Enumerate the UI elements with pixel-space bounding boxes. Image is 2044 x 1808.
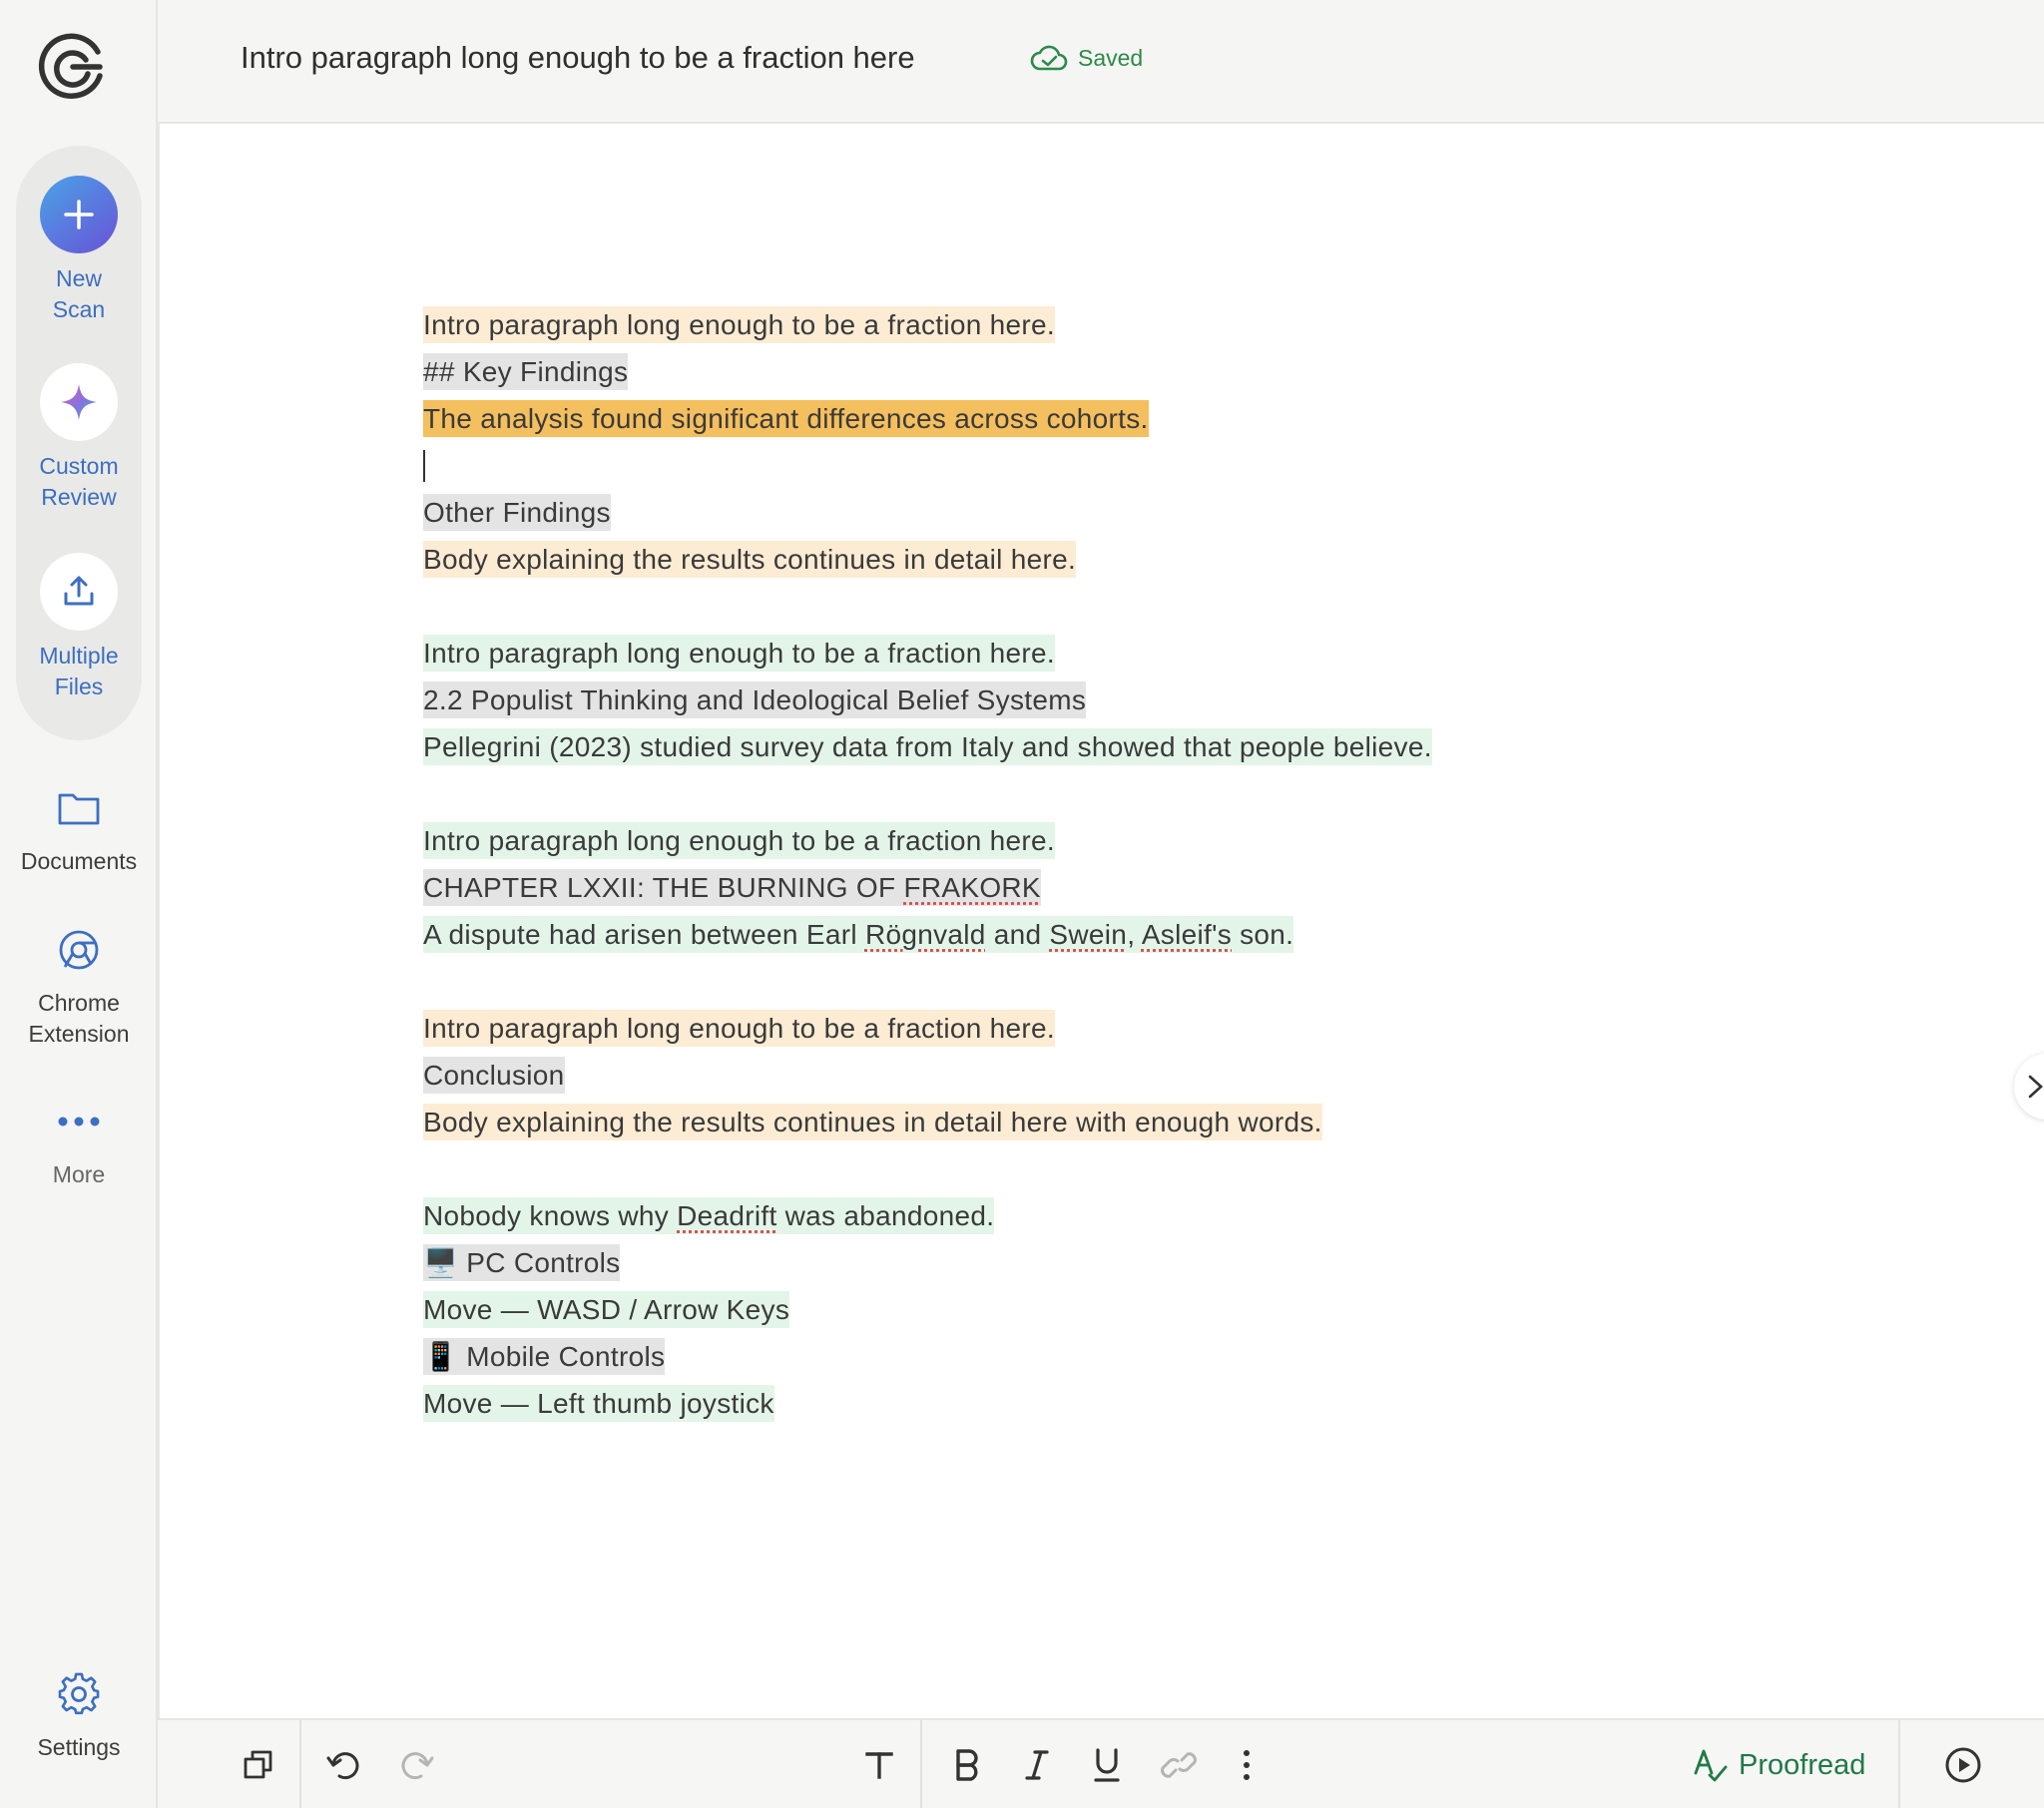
doc-line[interactable]: ## Key Findings: [423, 348, 1432, 395]
doc-line[interactable]: The analysis found significant differenc…: [423, 395, 1432, 442]
doc-line-empty[interactable]: [423, 958, 1432, 1005]
link-icon: [1161, 1752, 1197, 1778]
documents-nav[interactable]: Documents: [0, 778, 158, 877]
cloud-check-icon: [1030, 45, 1068, 71]
new-scan-button[interactable]: New Scan: [0, 176, 158, 325]
sidebar: New Scan Custom Review Multiple Files Do…: [0, 0, 158, 1808]
gear-icon: [40, 1664, 118, 1724]
multiple-files-button[interactable]: Multiple Files: [0, 553, 158, 702]
toolbar-divider: [299, 1720, 301, 1808]
italic-button[interactable]: [1014, 1742, 1060, 1788]
text-format-icon: [865, 1752, 893, 1779]
doc-line[interactable]: Intro paragraph long enough to be a frac…: [423, 1005, 1432, 1052]
doc-line[interactable]: Intro paragraph long enough to be a frac…: [423, 817, 1432, 864]
format-toolbar: Proofread: [158, 1718, 2044, 1808]
doc-line[interactable]: Body explaining the results continues in…: [423, 1099, 1432, 1145]
doc-line[interactable]: Intro paragraph long enough to be a frac…: [423, 301, 1432, 348]
undo-button[interactable]: [321, 1742, 367, 1788]
italic-icon: [1025, 1750, 1049, 1780]
doc-line[interactable]: Other Findings: [423, 489, 1432, 536]
plus-icon: [40, 176, 118, 253]
copy-icon: [244, 1750, 272, 1779]
side-panel-toggle[interactable]: [2014, 1054, 2044, 1120]
custom-review-button[interactable]: Custom Review: [0, 363, 158, 513]
app-logo-icon[interactable]: [36, 30, 110, 104]
doc-line[interactable]: Pellegrini (2023) studied survey data fr…: [423, 723, 1432, 770]
more-dots-icon: [40, 1092, 118, 1151]
spelling-flag[interactable]: Asleif's: [1142, 919, 1232, 950]
underline-button[interactable]: [1084, 1742, 1130, 1788]
play-button[interactable]: [1940, 1742, 1986, 1788]
spelling-flag[interactable]: FRAKORK: [903, 872, 1040, 903]
redo-button[interactable]: [393, 1742, 439, 1788]
proofread-button[interactable]: Proofread: [1693, 1742, 1865, 1788]
play-icon: [1945, 1747, 1981, 1783]
proofread-icon: [1694, 1749, 1728, 1782]
toolbar-divider: [920, 1720, 922, 1808]
redo-icon: [401, 1752, 434, 1780]
folder-icon: [40, 778, 118, 838]
bold-icon: [956, 1749, 978, 1781]
doc-line[interactable]: CHAPTER LXXII: THE BURNING OF FRAKORK: [423, 864, 1432, 911]
doc-line[interactable]: 🖥️ PC Controls: [423, 1239, 1432, 1286]
doc-line-empty[interactable]: [423, 770, 1432, 817]
text-format-button[interactable]: [856, 1742, 902, 1788]
editor-area[interactable]: Intro paragraph long enough to be a frac…: [158, 122, 2044, 1718]
doc-line[interactable]: Move — Left thumb joystick: [423, 1380, 1432, 1427]
doc-line[interactable]: Body explaining the results continues in…: [423, 536, 1432, 583]
doc-line[interactable]: Nobody knows why Deadrift was abandoned.: [423, 1192, 1432, 1239]
link-button[interactable]: [1156, 1742, 1202, 1788]
doc-line-empty[interactable]: [423, 1145, 1432, 1192]
text-caret: [423, 450, 425, 482]
doc-line-empty[interactable]: [423, 583, 1432, 630]
toolbar-divider: [1898, 1720, 1900, 1808]
doc-line[interactable]: 2.2 Populist Thinking and Ideological Be…: [423, 677, 1432, 723]
doc-line[interactable]: 📱 Mobile Controls: [423, 1333, 1432, 1380]
underline-icon: [1094, 1748, 1120, 1782]
chevron-right-icon: [2028, 1075, 2043, 1099]
document-content[interactable]: Intro paragraph long enough to be a frac…: [423, 301, 1432, 1427]
chrome-icon: [40, 920, 118, 980]
bold-button[interactable]: [944, 1742, 990, 1788]
upload-icon: [40, 553, 118, 631]
vertical-dots-icon: [1244, 1750, 1250, 1780]
document-header: Intro paragraph long enough to be a frac…: [158, 0, 2044, 124]
sparkle-icon: [40, 363, 118, 441]
more-nav[interactable]: More: [0, 1092, 158, 1190]
doc-line[interactable]: Intro paragraph long enough to be a frac…: [423, 630, 1432, 677]
document-title[interactable]: Intro paragraph long enough to be a frac…: [241, 40, 915, 76]
more-options-button[interactable]: [1224, 1742, 1270, 1788]
spelling-flag[interactable]: Rögnvald: [865, 919, 986, 950]
spelling-flag[interactable]: Deadrift: [677, 1200, 776, 1231]
app-window: New Scan Custom Review Multiple Files Do…: [0, 0, 2044, 1808]
undo-icon: [326, 1752, 359, 1780]
saved-status: Saved: [1030, 44, 1143, 72]
doc-line[interactable]: Conclusion: [423, 1052, 1432, 1099]
spelling-flag[interactable]: Swein: [1049, 919, 1127, 950]
doc-line-empty[interactable]: [423, 442, 1432, 489]
doc-line[interactable]: Move — WASD / Arrow Keys: [423, 1286, 1432, 1333]
doc-line[interactable]: A dispute had arisen between Earl Rögnva…: [423, 911, 1432, 958]
copy-button[interactable]: [236, 1742, 281, 1788]
settings-nav[interactable]: Settings: [0, 1664, 158, 1763]
chrome-extension-nav[interactable]: Chrome Extension: [0, 920, 158, 1050]
